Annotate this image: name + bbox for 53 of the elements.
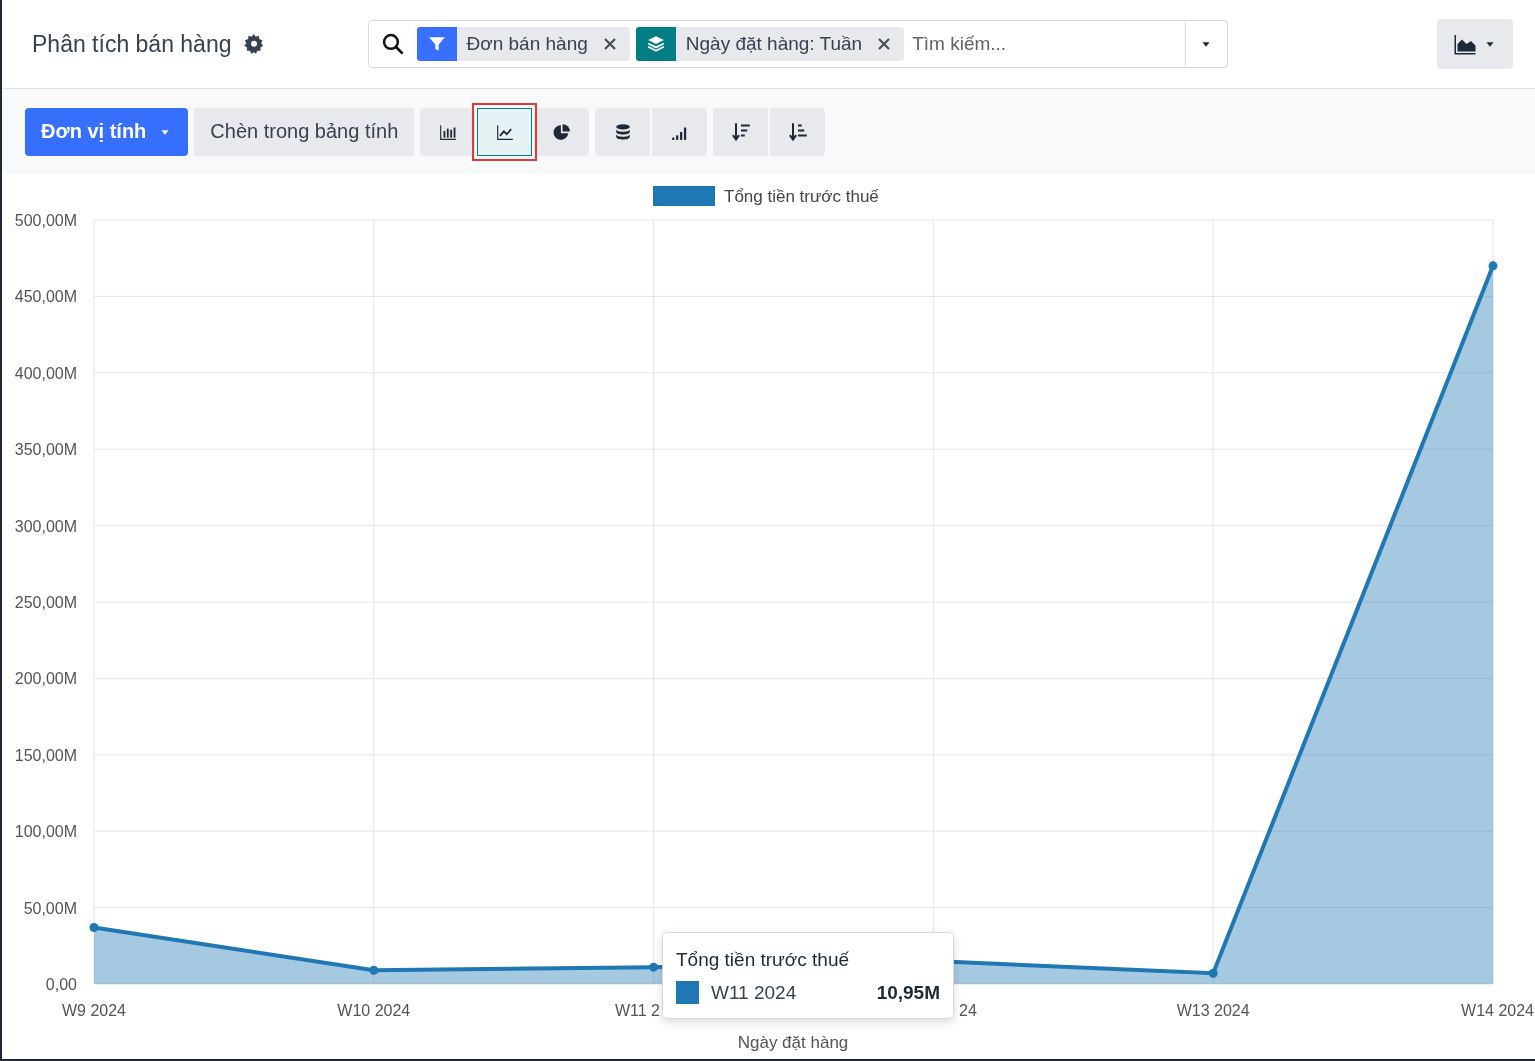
area-chart-icon bbox=[1453, 32, 1477, 56]
sort-ascending-button[interactable] bbox=[770, 107, 826, 156]
database-icon bbox=[613, 122, 632, 141]
y-axis-label: 100,00M bbox=[14, 823, 77, 841]
data-point bbox=[89, 922, 99, 932]
x-axis-label: W10 2024 bbox=[337, 1002, 411, 1019]
x-axis-label: W14 2024 bbox=[1461, 1002, 1534, 1019]
tooltip-label: W11 2024 bbox=[711, 981, 797, 1004]
x-axis-title: Ngày đặt hàng bbox=[737, 1033, 849, 1052]
tooltip-title: Tổng tiền trước thuế bbox=[676, 949, 851, 971]
data-point bbox=[369, 965, 379, 975]
filter-facet[interactable]: Đơn bán hàng bbox=[416, 27, 630, 61]
measures-button[interactable]: Đơn vị tính bbox=[25, 107, 189, 156]
tooltip-value: 10,95M bbox=[876, 981, 940, 1004]
stacked-button[interactable] bbox=[595, 107, 651, 156]
y-axis-label: 0,00 bbox=[45, 976, 77, 993]
data-point bbox=[1488, 261, 1498, 271]
sort-ascending-icon bbox=[787, 121, 808, 142]
filter-facet[interactable]: Ngày đặt hàng: Tuần bbox=[635, 27, 905, 61]
search-field[interactable]: Đơn bán hàng Ngày đặt hàng: Tuần Tìm kiếm... bbox=[367, 20, 1228, 68]
y-axis-label: 500,00M bbox=[14, 212, 77, 229]
bar-chart-icon bbox=[438, 122, 457, 141]
view-switcher-button[interactable] bbox=[1437, 19, 1513, 69]
chart-type-button[interactable] bbox=[534, 107, 590, 156]
sort-descending-icon bbox=[730, 121, 751, 142]
sort-descending-button[interactable] bbox=[713, 107, 769, 156]
insert-spreadsheet-button[interactable]: Chèn trong bảng tính bbox=[194, 107, 415, 156]
data-point bbox=[1208, 968, 1218, 978]
legend-swatch bbox=[653, 186, 715, 206]
pie-chart-icon bbox=[552, 122, 571, 141]
chart-type-button[interactable] bbox=[420, 107, 476, 156]
y-axis-label: 150,00M bbox=[14, 746, 77, 764]
funnel-icon bbox=[427, 35, 446, 53]
page-title: Phân tích bán hàng bbox=[32, 30, 232, 58]
legend-label: Tổng tiền trước thuế bbox=[724, 187, 879, 206]
line-chart-icon bbox=[495, 122, 514, 141]
x-axis-label: W11 2 bbox=[614, 1002, 660, 1019]
close-icon bbox=[601, 36, 618, 52]
y-axis-label: 450,00M bbox=[14, 288, 77, 306]
layers-icon bbox=[646, 35, 665, 53]
data-point bbox=[649, 962, 659, 972]
x-axis-label: W9 2024 bbox=[62, 1002, 126, 1019]
y-axis-label: 300,00M bbox=[14, 517, 77, 535]
search-icon bbox=[381, 33, 404, 55]
close-icon bbox=[876, 36, 893, 52]
x-axis-label: W13 2024 bbox=[1176, 1002, 1250, 1019]
y-axis-label: 250,00M bbox=[14, 594, 77, 611]
gear-icon bbox=[243, 34, 264, 54]
y-axis-label: 350,00M bbox=[14, 441, 77, 459]
y-axis-label: 50,00M bbox=[23, 899, 77, 917]
x-axis-label: 24 bbox=[959, 1002, 977, 1019]
y-axis-label: 200,00M bbox=[14, 670, 77, 688]
y-axis-label: 400,00M bbox=[14, 364, 77, 382]
